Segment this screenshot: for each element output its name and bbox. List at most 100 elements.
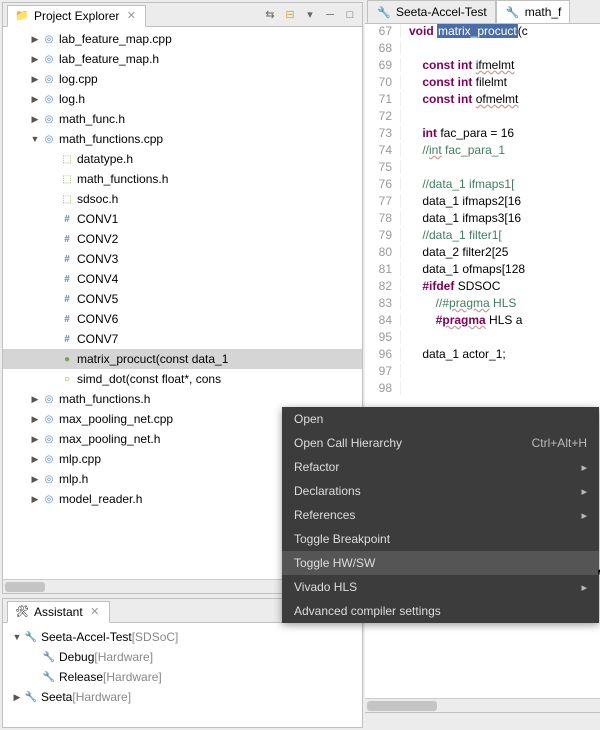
- tree-item[interactable]: #CONV7: [3, 329, 362, 349]
- code-line[interactable]: 97: [365, 364, 600, 381]
- tree-item[interactable]: ●matrix_procuct(const data_1: [3, 349, 362, 369]
- link-editor-icon[interactable]: ⇆: [262, 7, 278, 23]
- code-line[interactable]: 81 data_1 ofmaps[128: [365, 262, 600, 279]
- assistant-item[interactable]: 🔧Seeta [Hardware]: [7, 687, 358, 707]
- expand-arrow-icon[interactable]: [29, 74, 41, 85]
- assistant-item[interactable]: 🔧Release [Hardware]: [7, 667, 358, 687]
- code-src[interactable]: data_1 ofmaps[128: [401, 262, 525, 276]
- code-line[interactable]: 79 //data_1 filter1[: [365, 228, 600, 245]
- close-icon[interactable]: ✕: [123, 8, 139, 24]
- code-src[interactable]: //data_1 ifmaps1[: [401, 177, 514, 191]
- code-src[interactable]: const int filelmt: [401, 75, 507, 89]
- expand-arrow-icon[interactable]: [29, 34, 41, 45]
- code-line[interactable]: 98: [365, 381, 600, 398]
- code-line[interactable]: 68: [365, 41, 600, 58]
- tree-item[interactable]: ◎math_functions.cpp: [3, 129, 362, 149]
- context-menu-item[interactable]: Toggle HW/SW: [282, 551, 599, 575]
- assistant-item[interactable]: 🔧Debug [Hardware]: [7, 647, 358, 667]
- code-src[interactable]: int fac_para = 16: [401, 126, 514, 140]
- editor-hscroll[interactable]: [365, 698, 600, 712]
- tree-item[interactable]: #CONV5: [3, 289, 362, 309]
- close-icon[interactable]: ✕: [87, 604, 103, 620]
- code-src[interactable]: const int ifmelmt: [401, 58, 514, 72]
- code-line[interactable]: 83 //#pragma HLS: [365, 296, 600, 313]
- code-line[interactable]: 80 data_2 filter2[25: [365, 245, 600, 262]
- tree-item[interactable]: #CONV1: [3, 209, 362, 229]
- context-menu-item[interactable]: Vivado HLS▸: [282, 575, 599, 599]
- context-menu-item[interactable]: Advanced compiler settings: [282, 599, 599, 623]
- tree-item[interactable]: ⬚datatype.h: [3, 149, 362, 169]
- tree-item[interactable]: #CONV4: [3, 269, 362, 289]
- expand-arrow-icon[interactable]: [29, 114, 41, 125]
- tree-item[interactable]: ◎log.cpp: [3, 69, 362, 89]
- tree-item[interactable]: ◎math_functions.h: [3, 389, 362, 409]
- maximize-icon[interactable]: □: [342, 7, 358, 23]
- editor-tabs[interactable]: 🔧Seeta-Accel-Test🔧math_f: [365, 0, 600, 24]
- expand-arrow-icon[interactable]: [11, 632, 23, 642]
- line-number: 95: [365, 330, 401, 344]
- code-line[interactable]: 71 const int ofmelmt: [365, 92, 600, 109]
- code-line[interactable]: 96 data_1 actor_1;: [365, 347, 600, 364]
- project-explorer-tab[interactable]: 📁 Project Explorer ✕: [7, 5, 146, 27]
- expand-arrow-icon[interactable]: [29, 54, 41, 65]
- tree-item[interactable]: ◎lab_feature_map.cpp: [3, 29, 362, 49]
- expand-arrow-icon[interactable]: [29, 94, 41, 105]
- code-line[interactable]: 84 #pragma HLS a: [365, 313, 600, 330]
- tree-item[interactable]: ○simd_dot(const float*, cons: [3, 369, 362, 389]
- expand-arrow-icon[interactable]: [11, 692, 23, 703]
- code-line[interactable]: 77 data_1 ifmaps2[16: [365, 194, 600, 211]
- context-menu-item[interactable]: Toggle Breakpoint: [282, 527, 599, 551]
- code-line[interactable]: 73 int fac_para = 16: [365, 126, 600, 143]
- context-menu-item[interactable]: Open Call HierarchyCtrl+Alt+H: [282, 431, 599, 455]
- code-src[interactable]: void matrix_procuct(c: [401, 24, 528, 38]
- tree-item[interactable]: ⬚sdsoc.h: [3, 189, 362, 209]
- code-line[interactable]: 72: [365, 109, 600, 126]
- expand-arrow-icon[interactable]: [29, 434, 41, 445]
- expand-arrow-icon[interactable]: [29, 494, 41, 505]
- code-line[interactable]: 76 //data_1 ifmaps1[: [365, 177, 600, 194]
- expand-arrow-icon[interactable]: [29, 454, 41, 465]
- code-line[interactable]: 75: [365, 160, 600, 177]
- expand-arrow-icon[interactable]: [29, 414, 41, 425]
- context-menu[interactable]: OpenOpen Call HierarchyCtrl+Alt+HRefacto…: [282, 407, 599, 623]
- minimize-icon[interactable]: ─: [322, 7, 338, 23]
- tree-item[interactable]: #CONV6: [3, 309, 362, 329]
- code-line[interactable]: 95: [365, 330, 600, 347]
- tree-item[interactable]: #CONV2: [3, 229, 362, 249]
- code-src[interactable]: const int ofmelmt: [401, 92, 518, 106]
- expand-arrow-icon[interactable]: [29, 134, 41, 144]
- context-menu-item[interactable]: References▸: [282, 503, 599, 527]
- tree-item[interactable]: ◎math_func.h: [3, 109, 362, 129]
- expand-arrow-icon[interactable]: [29, 394, 41, 405]
- code-src[interactable]: //int fac_para_1: [401, 143, 508, 157]
- tree-item[interactable]: ◎log.h: [3, 89, 362, 109]
- editor-tab[interactable]: 🔧Seeta-Accel-Test: [367, 0, 496, 23]
- context-menu-item[interactable]: Open: [282, 407, 599, 431]
- code-src[interactable]: #pragma HLS a: [401, 313, 522, 327]
- tree-item[interactable]: ◎lab_feature_map.h: [3, 49, 362, 69]
- code-src[interactable]: //#pragma HLS: [401, 296, 516, 310]
- code-src[interactable]: data_2 filter2[25: [401, 245, 508, 259]
- context-menu-item[interactable]: Declarations▸: [282, 479, 599, 503]
- code-src[interactable]: data_1 ifmaps3[16: [401, 211, 521, 225]
- menu-icon[interactable]: ▾: [302, 7, 318, 23]
- code-line[interactable]: 69 const int ifmelmt: [365, 58, 600, 75]
- assistant-tree[interactable]: 🔧Seeta-Accel-Test [SDSoC]🔧Debug [Hardwar…: [3, 623, 362, 711]
- code-line[interactable]: 67void matrix_procuct(c: [365, 24, 600, 41]
- code-src[interactable]: data_1 ifmaps2[16: [401, 194, 521, 208]
- code-src[interactable]: #ifdef SDSOC: [401, 279, 500, 293]
- code-line[interactable]: 78 data_1 ifmaps3[16: [365, 211, 600, 228]
- editor-tab[interactable]: 🔧math_f: [496, 0, 571, 23]
- code-src[interactable]: //data_1 filter1[: [401, 228, 502, 242]
- tree-item[interactable]: #CONV3: [3, 249, 362, 269]
- expand-arrow-icon[interactable]: [29, 474, 41, 485]
- code-line[interactable]: 70 const int filelmt: [365, 75, 600, 92]
- code-src[interactable]: data_1 actor_1;: [401, 347, 506, 361]
- focus-icon[interactable]: ⊟: [282, 7, 298, 23]
- assistant-tab[interactable]: 🛠 Assistant ✕: [7, 601, 110, 623]
- code-line[interactable]: 82 #ifdef SDSOC: [365, 279, 600, 296]
- context-menu-item[interactable]: Refactor▸: [282, 455, 599, 479]
- code-line[interactable]: 74 //int fac_para_1: [365, 143, 600, 160]
- assistant-item[interactable]: 🔧Seeta-Accel-Test [SDSoC]: [7, 627, 358, 647]
- tree-item[interactable]: ⬚math_functions.h: [3, 169, 362, 189]
